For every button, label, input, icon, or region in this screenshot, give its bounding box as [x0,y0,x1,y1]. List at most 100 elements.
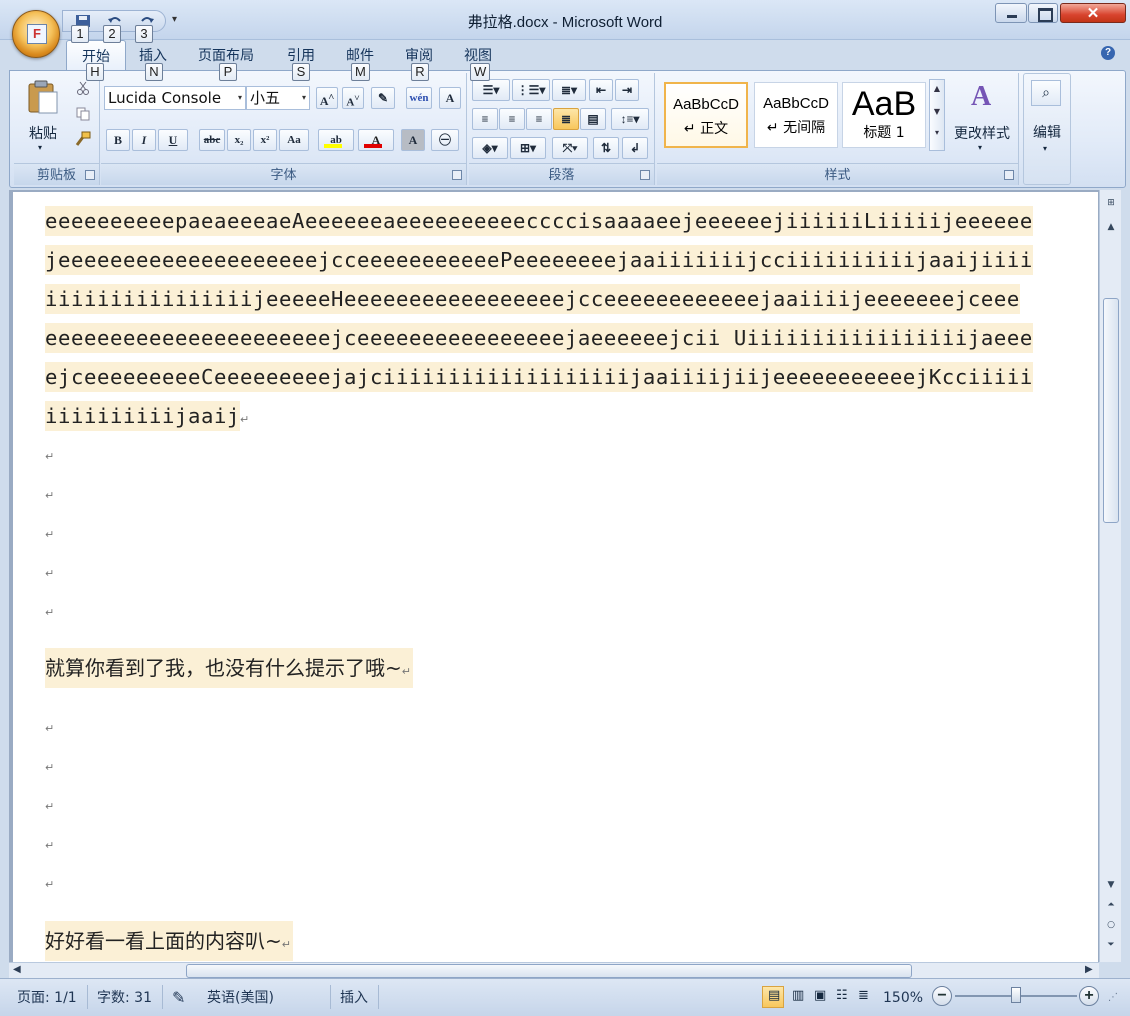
next-page-icon[interactable]: ⏷ [1104,940,1118,950]
close-button[interactable]: ✕ [1060,3,1126,23]
insert-mode-indicator[interactable]: 插入 [340,988,368,1010]
align-center-button[interactable]: ≡ [499,108,525,130]
enclose-char-button[interactable]: ㊀ [431,129,459,151]
distributed-button[interactable]: ▤ [580,108,606,130]
paragraph-launcher-icon[interactable] [640,170,650,180]
char-border-button[interactable]: A [439,87,461,109]
numbering-button[interactable]: ⋮☰▾ [512,79,550,101]
horizontal-scroll-thumb[interactable] [186,964,912,978]
align-left-button[interactable]: ≡ [472,108,498,130]
font-launcher-icon[interactable] [452,170,462,180]
copy-icon[interactable] [76,107,90,121]
styles-launcher-icon[interactable] [1004,170,1014,180]
italic-button[interactable]: I [132,129,156,151]
tab-references[interactable]: 引用 [287,45,315,65]
resize-grip-icon[interactable]: ⋰ [1108,988,1118,1010]
line-spacing-button[interactable]: ↕≡▾ [611,108,649,130]
full-screen-reading-button[interactable]: ▥ [786,986,808,1008]
status-separator [378,985,379,1009]
style-no-spacing-sample: AaBbCcD [763,95,829,112]
web-layout-button[interactable]: ▣ [808,986,830,1008]
zoom-in-button[interactable]: + [1079,986,1099,1006]
outline-view-button[interactable]: ☷ [830,986,852,1008]
bold-button[interactable]: B [106,129,130,151]
superscript-button[interactable]: x² [253,129,277,151]
font-name-value: Lucida Console [108,89,222,107]
style-normal-name: ↵ 正文 [683,121,729,137]
zoom-level[interactable]: 150% [883,988,923,1010]
status-separator [87,985,88,1009]
change-case-button[interactable]: Aa [279,129,309,151]
tab-review[interactable]: 审阅 [405,45,433,65]
scroll-down-icon[interactable]: ▼ [1104,880,1118,890]
font-color-button[interactable]: A [358,129,394,151]
clear-formatting-button[interactable]: ✎ [371,87,395,109]
show-marks-icon: ↲ [629,141,641,155]
print-layout-view-button[interactable]: ▤ [762,986,784,1008]
styles-scroll-down-icon[interactable]: ▼ [930,107,944,116]
document-page[interactable]: eeeeeeeeeepaeaeeeaeAeeeeeeaeeeeeeeeeeccc… [13,192,1098,962]
change-styles-button[interactable]: A 更改样式 ▾ [949,77,1015,155]
shading-button[interactable]: ◈▾ [472,137,508,159]
increase-indent-button[interactable]: ⇥ [615,79,639,101]
tab-insert[interactable]: 插入 [139,45,167,65]
tab-mailings[interactable]: 邮件 [346,45,374,65]
maximize-button[interactable] [1028,3,1058,23]
tab-page-layout[interactable]: 页面布局 [198,45,254,65]
cut-icon[interactable] [76,81,90,95]
vertical-scrollbar[interactable]: ⊞ ▲ ▼ ⏶ ○ ⏷ [1099,190,1121,962]
draft-view-button[interactable]: ≣ [852,986,874,1008]
previous-page-icon[interactable]: ⏶ [1104,900,1118,910]
minimize-button[interactable] [995,3,1027,23]
style-normal[interactable]: AaBbCcD ↵ 正文 [664,82,748,148]
tab-view[interactable]: 视图 [464,45,492,65]
font-name-combo[interactable]: Lucida Console ▾ [104,86,246,110]
styles-scroll-up-icon[interactable]: ▲ [930,84,944,93]
multilevel-list-button[interactable]: ≣▾ [552,79,586,101]
style-heading-1[interactable]: AaB 标题 1 [842,82,926,148]
select-browse-object-icon[interactable]: ○ [1104,920,1118,930]
scroll-left-icon[interactable]: ◀ [13,964,21,975]
office-button[interactable]: F [12,10,60,58]
styles-more-icon[interactable]: ▾ [930,128,944,137]
phonetic-guide-button[interactable]: wén [406,87,432,109]
clear-formatting-icon: ✎ [377,91,389,105]
borders-button[interactable]: ⊞▾ [510,137,546,159]
help-icon[interactable]: ? [1101,46,1115,60]
sort-button[interactable]: ⇅ [593,137,619,159]
doc-text-5: ejceeeeeeeeeCeeeeeeeeejajciiiiiiiiiiiiii… [45,362,1033,392]
style-no-spacing[interactable]: AaBbCcD ↵ 无间隔 [754,82,838,148]
font-size-combo[interactable]: 小五 ▾ [246,86,310,110]
italic-icon: I [141,133,147,147]
page-indicator[interactable]: 页面: 1/1 [17,988,77,1010]
clipboard-launcher-icon[interactable] [85,170,95,180]
highlight-button[interactable]: ab [318,129,354,151]
proofing-icon[interactable]: ✎ [172,988,185,1010]
scroll-up-icon[interactable]: ▲ [1104,222,1118,232]
strikethrough-button[interactable]: abc [199,129,225,151]
language-indicator[interactable]: 英语(美国) [207,988,274,1010]
show-marks-button[interactable]: ↲ [622,137,648,159]
decrease-indent-button[interactable]: ⇤ [589,79,613,101]
format-painter-icon[interactable] [75,131,91,147]
bullets-button[interactable]: ☰▾ [472,79,510,101]
empty-paragraph: ↵ [45,567,55,580]
vertical-scroll-thumb[interactable] [1103,298,1119,523]
horizontal-scrollbar[interactable]: ◀ ▶ [9,962,1099,978]
char-shading-button[interactable]: A [401,129,425,151]
zoom-slider-thumb[interactable] [1011,987,1021,1003]
editing-button[interactable]: ⌕ 编辑 ▾ [1023,73,1071,185]
word-count[interactable]: 字数: 31 [97,988,152,1010]
justify-button[interactable]: ≣ [553,108,579,130]
underline-button[interactable]: U [158,129,188,151]
align-right-button[interactable]: ≡ [526,108,552,130]
grow-font-button[interactable]: A˄ [316,87,338,109]
chinese-layout-button[interactable]: ⤧▾ [552,137,588,159]
subscript-button[interactable]: x₂ [227,129,251,151]
ruler-toggle-icon[interactable]: ⊞ [1104,198,1118,208]
styles-scroll[interactable]: ▲ ▼ ▾ [929,79,945,151]
zoom-out-button[interactable]: − [932,986,952,1006]
shrink-font-button[interactable]: A˅ [342,87,364,109]
paste-button[interactable]: 粘贴 ▾ [20,77,66,155]
scroll-right-icon[interactable]: ▶ [1085,964,1093,975]
